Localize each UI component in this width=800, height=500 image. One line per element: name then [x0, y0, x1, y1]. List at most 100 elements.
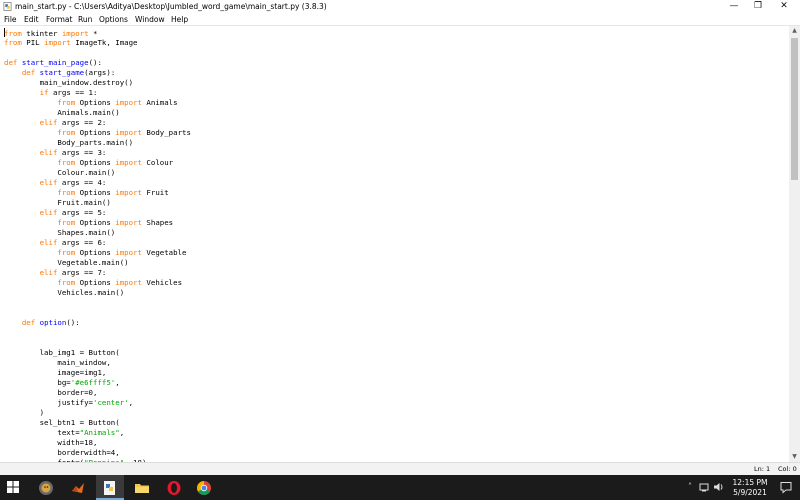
code-text[interactable]: from tkinter import * from PIL import Ima… — [4, 28, 191, 462]
code-line[interactable]: lab_img1 = Button( — [4, 348, 191, 358]
code-line[interactable]: borderwidth=4, — [4, 448, 191, 458]
code-token: Options — [75, 248, 116, 257]
code-line[interactable]: elif args == 2: — [4, 118, 191, 128]
code-token: start_main_page — [21, 58, 89, 67]
code-token: border=0, — [4, 388, 98, 397]
start-button[interactable] — [0, 475, 28, 500]
menu-options[interactable]: Options — [99, 14, 128, 25]
taskbar-app-opera[interactable] — [160, 475, 188, 500]
code-line[interactable]: main_window, — [4, 358, 191, 368]
code-line[interactable]: Vehicles.main() — [4, 288, 191, 298]
code-line[interactable]: if args == 1: — [4, 88, 191, 98]
code-line[interactable]: main_window.destroy() — [4, 78, 191, 88]
code-line[interactable]: from Options import Vegetable — [4, 248, 191, 258]
code-line[interactable]: Shapes.main() — [4, 228, 191, 238]
status-column: Col: 0 — [778, 465, 797, 473]
notification-center-icon[interactable] — [779, 481, 793, 494]
code-line[interactable] — [4, 328, 191, 338]
scroll-up-arrow-icon[interactable]: ▲ — [789, 26, 800, 36]
code-line[interactable]: elif args == 7: — [4, 268, 191, 278]
menu-format[interactable]: Format — [46, 14, 72, 25]
taskbar-app-chrome[interactable] — [190, 475, 218, 500]
code-line[interactable]: Body_parts.main() — [4, 138, 191, 148]
code-token: Body_parts.main() — [4, 138, 134, 147]
code-line[interactable]: sel_btn1 = Button( — [4, 418, 191, 428]
code-token: elif — [39, 148, 58, 157]
code-line[interactable]: from Options import Vehicles — [4, 278, 191, 288]
code-token: Animals — [141, 98, 178, 107]
code-line[interactable]: elif args == 6: — [4, 238, 191, 248]
code-line[interactable]: elif args == 5: — [4, 208, 191, 218]
code-line[interactable]: elif args == 4: — [4, 178, 191, 188]
volume-icon[interactable] — [713, 481, 725, 493]
code-line[interactable]: Vegetable.main() — [4, 258, 191, 268]
code-line[interactable]: Colour.main() — [4, 168, 191, 178]
code-line[interactable]: from Options import Animals — [4, 98, 191, 108]
scroll-down-arrow-icon[interactable]: ▼ — [789, 452, 800, 462]
code-line[interactable]: border=0, — [4, 388, 191, 398]
code-line[interactable]: text="Animals", — [4, 428, 191, 438]
code-line[interactable]: from Options import Shapes — [4, 218, 191, 228]
code-line[interactable]: def start_game(args): — [4, 68, 191, 78]
code-token: , — [128, 398, 134, 407]
close-button[interactable]: ✕ — [772, 0, 796, 13]
menu-window[interactable]: Window — [135, 14, 165, 25]
code-line[interactable]: from Options import Body_parts — [4, 128, 191, 138]
code-line[interactable]: image=img1, — [4, 368, 191, 378]
code-token: Options — [75, 188, 116, 197]
code-line[interactable]: bg='#e6ffff5', — [4, 378, 191, 388]
code-line[interactable]: justify='center', — [4, 398, 191, 408]
scroll-thumb[interactable] — [791, 38, 798, 180]
taskbar-app-matlab[interactable] — [64, 475, 92, 500]
code-line[interactable] — [4, 338, 191, 348]
code-token: import — [115, 188, 142, 197]
code-editor[interactable]: from tkinter import * from PIL import Ima… — [0, 26, 789, 462]
minimize-button[interactable]: — — [722, 0, 746, 13]
code-token: elif — [39, 268, 58, 277]
code-line[interactable] — [4, 298, 191, 308]
code-token: Body_parts — [141, 128, 191, 137]
menu-run[interactable]: Run — [78, 14, 92, 25]
code-token: image=img1, — [4, 368, 107, 377]
code-token: PIL — [21, 38, 45, 47]
clock-time[interactable]: 12:15 PM — [726, 478, 774, 487]
code-line[interactable]: from Options import Colour — [4, 158, 191, 168]
windows-start-icon — [7, 481, 19, 493]
menu-edit[interactable]: Edit — [24, 14, 39, 25]
vertical-scrollbar[interactable]: ▲ ▼ — [789, 26, 800, 462]
code-token: import — [115, 158, 142, 167]
taskbar-app-file-explorer[interactable] — [128, 475, 156, 500]
taskbar-app-python-idle[interactable] — [96, 475, 124, 500]
code-token: def — [21, 318, 36, 327]
maximize-button[interactable]: ❐ — [746, 0, 770, 13]
code-token: elif — [39, 208, 58, 217]
code-line[interactable]: from PIL import ImageTk, Image — [4, 38, 191, 48]
code-token: args == 1: — [48, 88, 98, 97]
code-token: justify= — [4, 398, 93, 407]
network-icon[interactable] — [699, 481, 711, 493]
code-line[interactable]: width=18, — [4, 438, 191, 448]
code-line[interactable] — [4, 308, 191, 318]
code-line[interactable]: from tkinter import * — [4, 28, 191, 38]
code-line[interactable]: from Options import Fruit — [4, 188, 191, 198]
code-token: '#e6ffff5' — [70, 378, 116, 387]
menu-help[interactable]: Help — [171, 14, 188, 25]
code-line[interactable]: def option(): — [4, 318, 191, 328]
code-line[interactable]: ) — [4, 408, 191, 418]
taskbar-app-lion[interactable] — [32, 475, 60, 500]
code-line[interactable]: elif args == 3: — [4, 148, 191, 158]
clock-date[interactable]: 5/9/2021 — [726, 488, 774, 497]
code-token: ImageTk, Image — [70, 38, 138, 47]
code-token: Shapes — [141, 218, 174, 227]
code-line[interactable]: Animals.main() — [4, 108, 191, 118]
code-line[interactable]: def start_main_page(): — [4, 58, 191, 68]
code-token: import — [115, 278, 142, 287]
code-line[interactable]: Fruit.main() — [4, 198, 191, 208]
code-token: option — [39, 318, 67, 327]
show-hidden-icons-chevron-icon[interactable]: ˄ — [685, 480, 695, 494]
code-line[interactable] — [4, 48, 191, 58]
menu-file[interactable]: File — [4, 14, 17, 25]
